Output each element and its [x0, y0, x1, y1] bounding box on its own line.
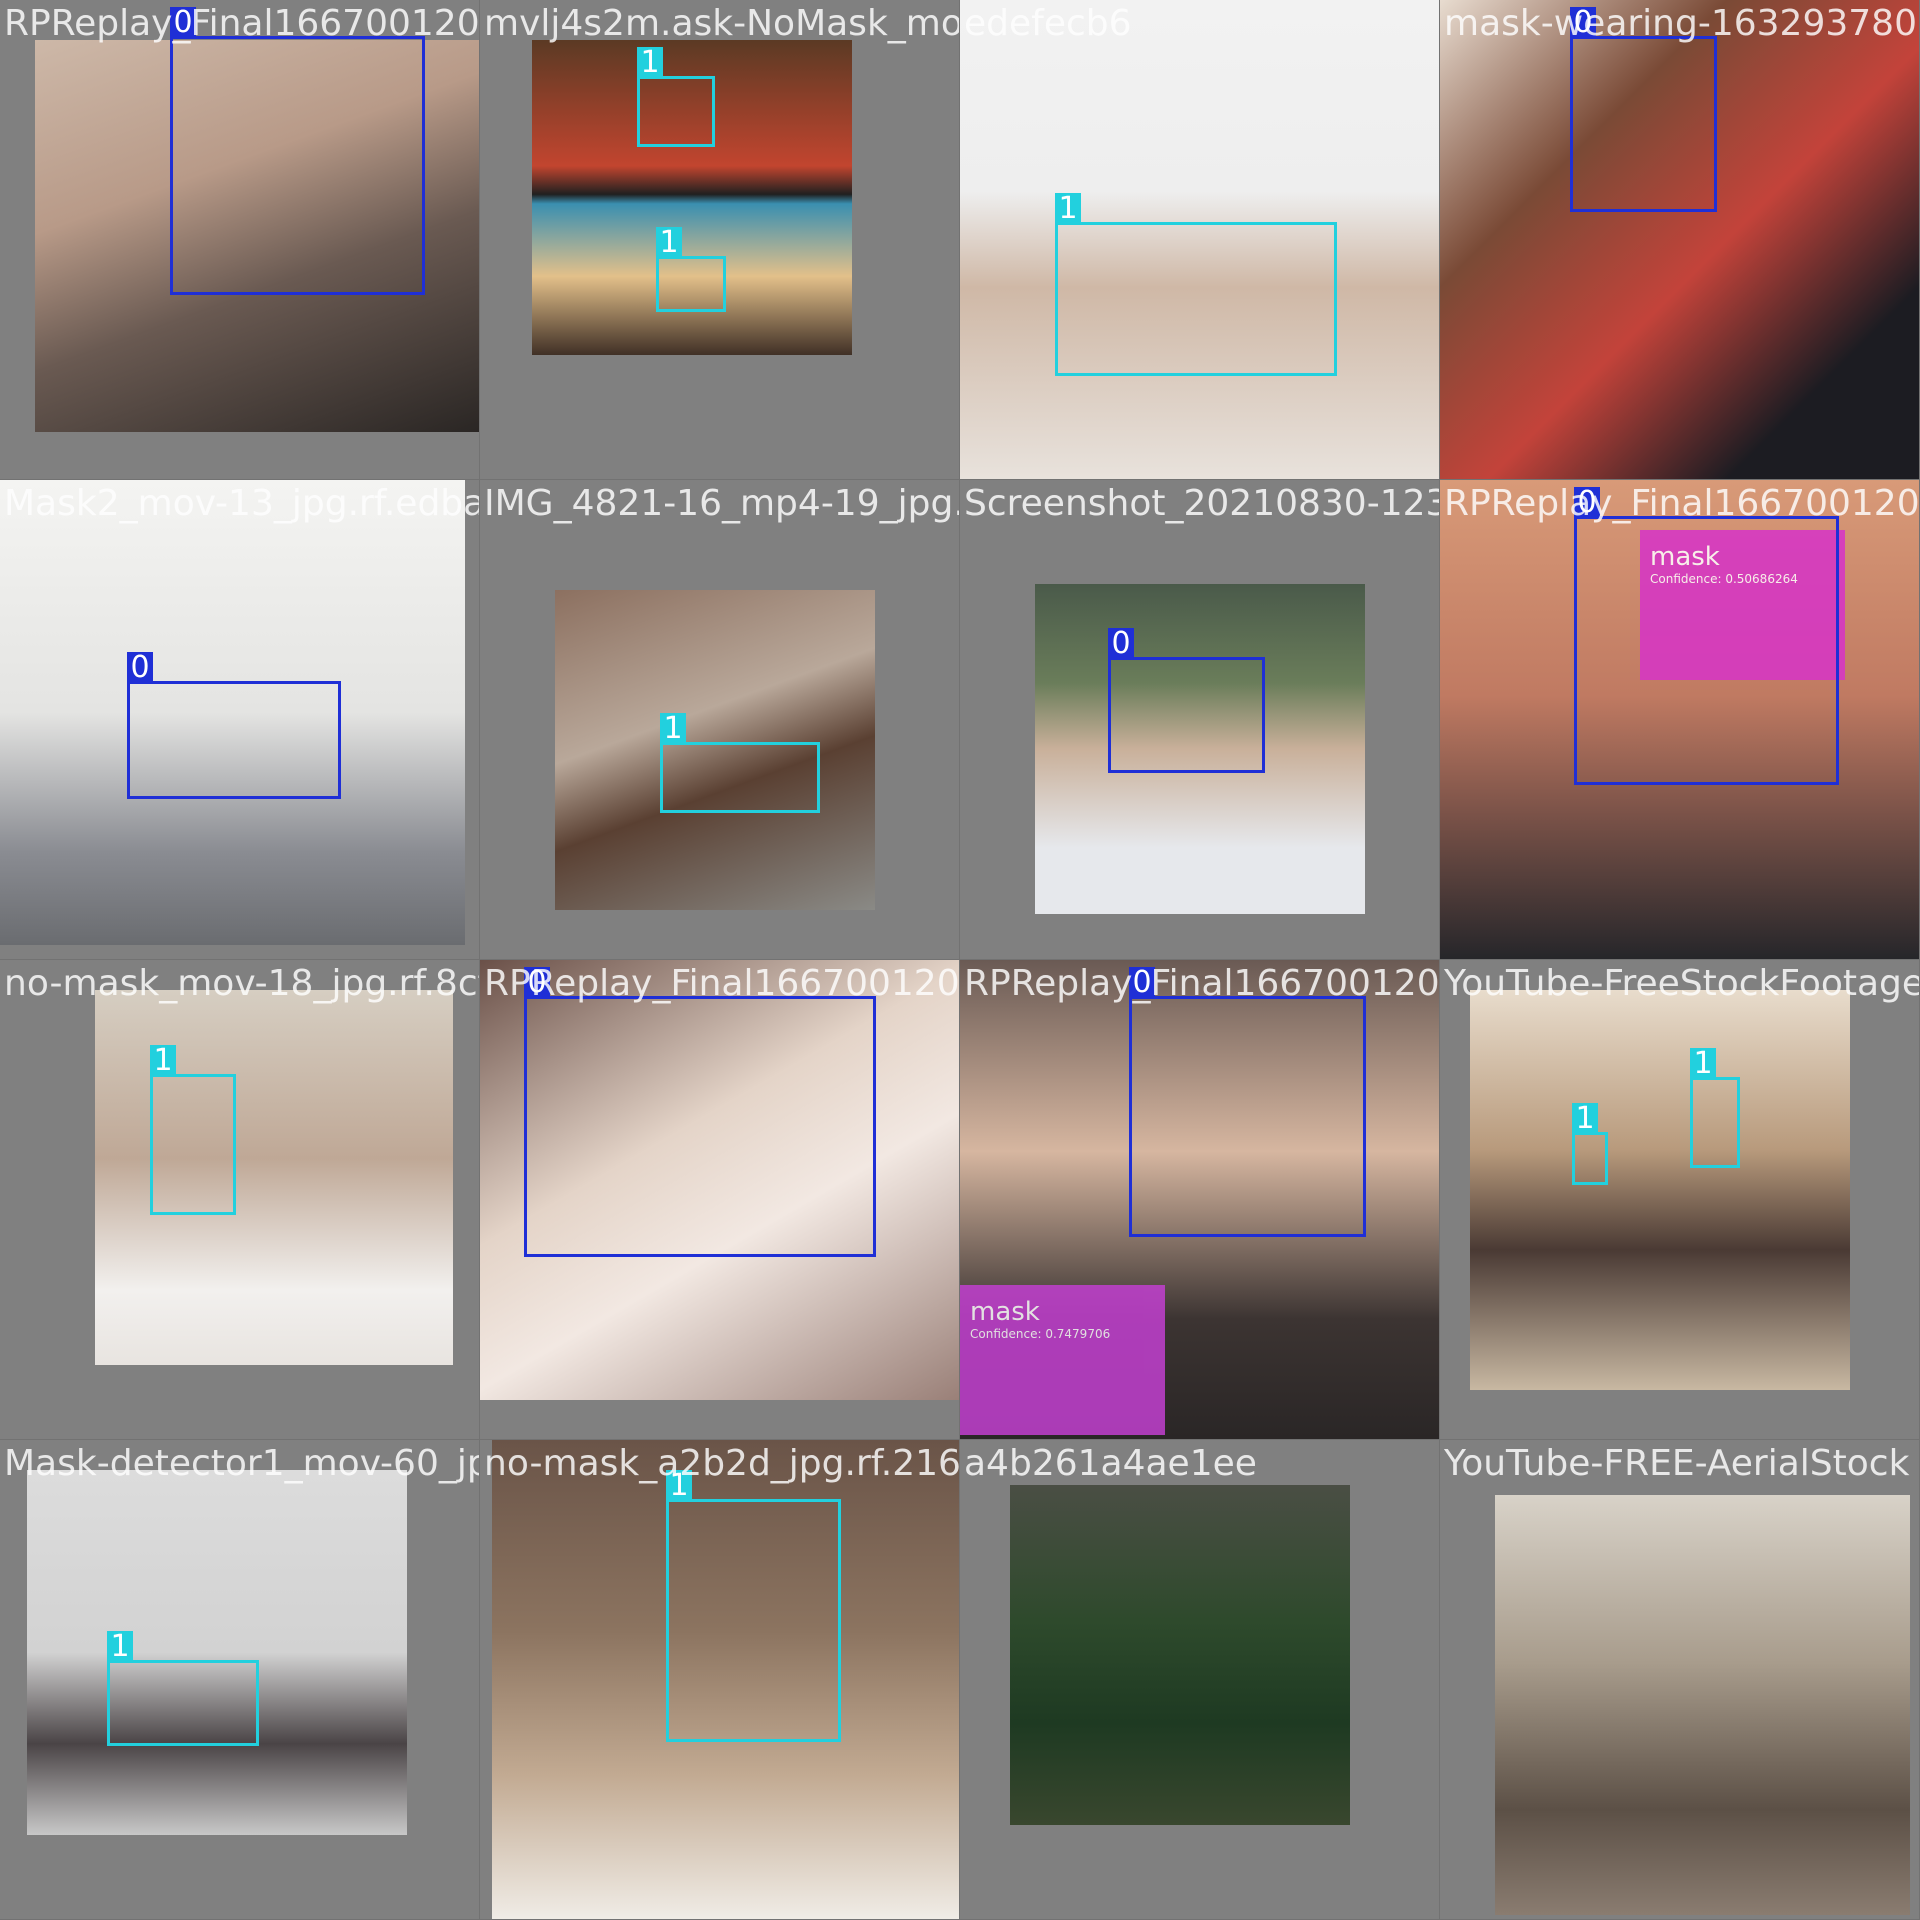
tile-caption: no-mask_a2b2d_jpg.rf.2164a94f725cd	[484, 1443, 959, 1484]
tile-photo	[1495, 1495, 1910, 1915]
class-label: 1	[1055, 193, 1081, 225]
mosaic-tile: 1 IMG_4821-16_mp4-19_jpg.rf.	[480, 480, 959, 959]
overlay-label: mask	[970, 1297, 1040, 1327]
detection-box: 1	[637, 47, 715, 147]
class-label: 1	[150, 1045, 176, 1077]
detection-box: 0	[1129, 967, 1366, 1237]
mosaic-tile: mask Confidence: 0.50686264 0 RPReplay_Fina…	[1440, 480, 1919, 959]
tile-caption: a4b261a4ae1ee	[964, 1443, 1257, 1484]
detection-box: 1	[150, 1045, 236, 1215]
tile-caption: RPReplay_Final1667001201_MP4-27_jpg.rf.	[4, 3, 479, 44]
class-label: 1	[107, 1631, 133, 1663]
detection-box: 0	[1574, 487, 1839, 785]
mosaic-tile: 0RPReplay_Final1667001201_MP4-27_jpg.rf.	[0, 0, 479, 479]
detection-box: 1	[660, 713, 820, 813]
detection-box: 1	[1055, 193, 1337, 376]
mosaic-tile: YouTube-FREE-AerialStock	[1440, 1440, 1919, 1919]
detection-box: 1	[1572, 1103, 1608, 1185]
class-label: 1	[637, 47, 663, 79]
tile-caption: mvlj4s2m.ask-NoMask_mov_jpg.rf.	[484, 3, 959, 44]
mosaic-tile: 1 Mask-detector1_mov-60_jpg.rf.5b97	[0, 1440, 479, 1919]
mosaic-tile: mask Confidence: 0.7479706 0 RPReplay_Final…	[960, 960, 1439, 1439]
tile-caption: edefecb6	[964, 3, 1132, 44]
mosaic-tile: 0RPReplay_Final1667001201_MP4-	[480, 960, 959, 1439]
mosaic-tile: 11mvlj4s2m.ask-NoMask_mov_jpg.rf.	[480, 0, 959, 479]
tile-caption: Screenshot_20210830-1235	[964, 483, 1439, 524]
mosaic-tile: 0 Screenshot_20210830-1235	[960, 480, 1439, 959]
detection-box: 0	[170, 7, 425, 295]
class-label: 0	[1108, 628, 1134, 660]
tile-photo	[1010, 1485, 1350, 1825]
detection-box: 1	[107, 1631, 259, 1746]
tile-caption: Mask-detector1_mov-60_jpg.rf.5b97	[4, 1443, 479, 1484]
tile-caption: mask-wearing-1632937806	[1444, 3, 1919, 44]
detection-box: 0	[524, 967, 876, 1257]
mosaic-tile: 0 Mask2_mov-13_jpg.rf.edba	[0, 480, 479, 959]
tile-caption: Mask2_mov-13_jpg.rf.edba	[4, 483, 479, 524]
class-label: 1	[1690, 1048, 1716, 1080]
mosaic-tile: 1 1 YouTube-FreeStockFootage	[1440, 960, 1919, 1439]
detection-mosaic: 0RPReplay_Final1667001201_MP4-27_jpg.rf.…	[0, 0, 1920, 1920]
app-overlay-panel: mask Confidence: 0.7479706	[960, 1285, 1165, 1435]
tile-caption: RPReplay_Final1667001201_MP4-37-1_jpg.	[964, 963, 1439, 1004]
tile-photo	[95, 990, 453, 1365]
mosaic-tile: 0 mask-wearing-1632937806	[1440, 0, 1919, 479]
mosaic-tile: a4b261a4ae1ee	[960, 1440, 1439, 1919]
overlay-confidence: Confidence: 0.7479706	[970, 1327, 1111, 1341]
tile-photo	[27, 1470, 407, 1835]
class-label: 1	[656, 227, 682, 259]
detection-box: 0	[1570, 7, 1717, 212]
class-label: 1	[660, 713, 686, 745]
detection-box: 1	[666, 1470, 841, 1742]
class-label: 0	[127, 652, 153, 684]
tile-caption: RPReplay_Final1667001201_MP4-	[484, 963, 959, 1004]
detection-box: 1	[1690, 1048, 1740, 1168]
detection-box: 1	[656, 227, 726, 312]
tile-caption: YouTube-FreeStockFootage	[1444, 963, 1919, 1004]
tile-caption: IMG_4821-16_mp4-19_jpg.rf.	[484, 483, 959, 524]
tile-caption: YouTube-FREE-AerialStock	[1444, 1443, 1910, 1484]
mosaic-tile: 1 edefecb6	[960, 0, 1439, 479]
mosaic-tile: 1 no-mask_mov-18_jpg.rf.8cf4	[0, 960, 479, 1439]
class-label: 1	[1572, 1103, 1598, 1135]
tile-caption: no-mask_mov-18_jpg.rf.8cf4	[4, 963, 479, 1004]
tile-photo	[1470, 990, 1850, 1390]
tile-caption: RPReplay_Final1667001201	[1444, 483, 1919, 524]
mosaic-tile: 1no-mask_a2b2d_jpg.rf.2164a94f725cd	[480, 1440, 959, 1919]
detection-box: 0	[1108, 628, 1265, 773]
detection-box: 0	[127, 652, 341, 799]
